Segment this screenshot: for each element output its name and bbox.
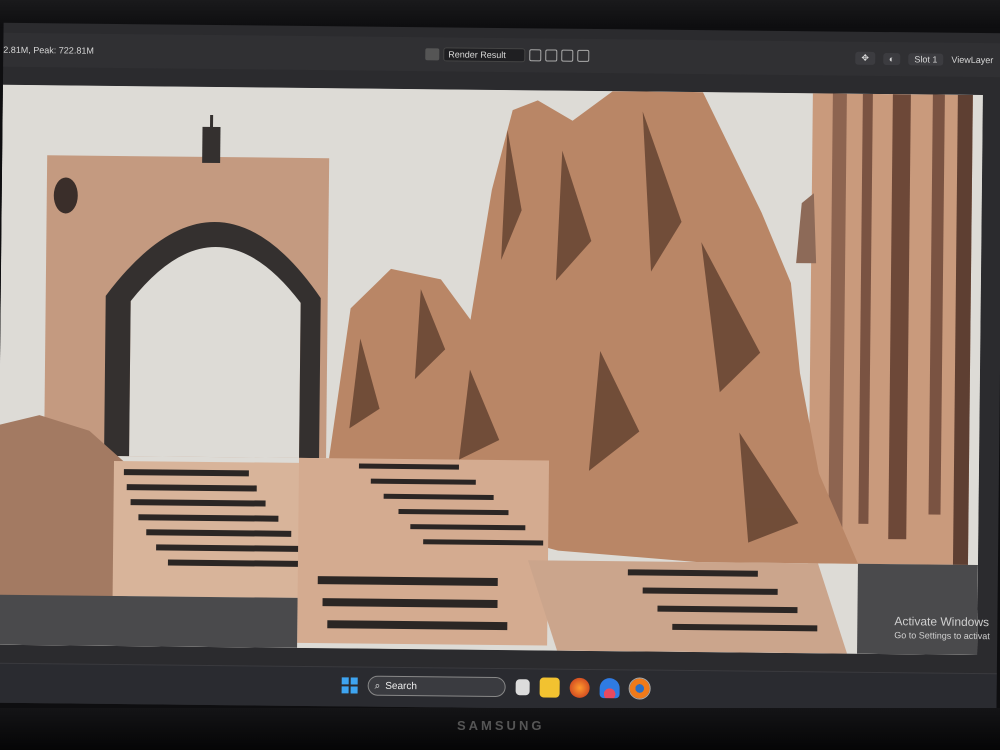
slot-dropdown[interactable]: Slot 1 <box>908 52 944 66</box>
ground-shadow-right <box>857 563 978 656</box>
monitor-brand-logo: SAMSUNG <box>457 718 545 733</box>
close-icon[interactable] <box>576 49 589 62</box>
memory-readout: 2.81M, Peak: 722.81M <box>3 44 94 56</box>
windows-start-icon[interactable] <box>341 677 358 694</box>
header-right-tools: ✥ ◐ Slot 1 ViewLayer <box>855 51 993 66</box>
stairs-right <box>527 560 848 654</box>
ground-shadow-left <box>0 594 298 648</box>
monitor-bezel-bottom: SAMSUNG <box>0 708 1000 750</box>
search-label: Search <box>385 680 418 692</box>
stone-archway <box>44 114 330 459</box>
folder-icon[interactable] <box>539 677 560 698</box>
file-explorer-icon[interactable] <box>515 679 530 696</box>
blender-icon[interactable] <box>628 677 651 700</box>
activate-windows-watermark: Activate Windows Go to Settings to activ… <box>894 614 990 641</box>
stairs-center <box>297 457 550 646</box>
windows-taskbar: ⌕ Search <box>0 662 997 714</box>
image-name-field[interactable]: Render Result <box>443 47 525 63</box>
image-selector[interactable]: Render Result <box>425 47 589 63</box>
duplicate-image-icon[interactable] <box>544 49 557 62</box>
open-folder-icon[interactable] <box>560 49 573 62</box>
search-icon: ⌕ <box>374 680 381 692</box>
firefox-icon[interactable] <box>569 677 590 698</box>
app-arc-icon[interactable] <box>599 678 620 699</box>
taskbar-items: ⌕ Search <box>341 675 651 700</box>
watermark-title: Activate Windows <box>894 614 990 630</box>
monitor-screen: 2.81M, Peak: 722.81M Render Result ✥ ◐ S… <box>0 22 1000 714</box>
view-layer-dropdown[interactable]: ViewLayer <box>951 54 993 64</box>
overlay-toggle-icon[interactable]: ◐ <box>882 52 901 65</box>
watermark-subtitle: Go to Settings to activat <box>894 630 990 642</box>
image-type-icon[interactable] <box>425 48 440 61</box>
render-scene <box>0 84 983 656</box>
sample-tool-icon[interactable]: ✥ <box>855 51 876 65</box>
render-result-viewport[interactable] <box>0 84 983 656</box>
taskbar-search[interactable]: ⌕ Search <box>367 675 506 698</box>
blender-image-editor-header: 2.81M, Peak: 722.81M Render Result ✥ ◐ S… <box>3 32 1000 78</box>
fake-user-shield-icon[interactable] <box>528 49 541 62</box>
